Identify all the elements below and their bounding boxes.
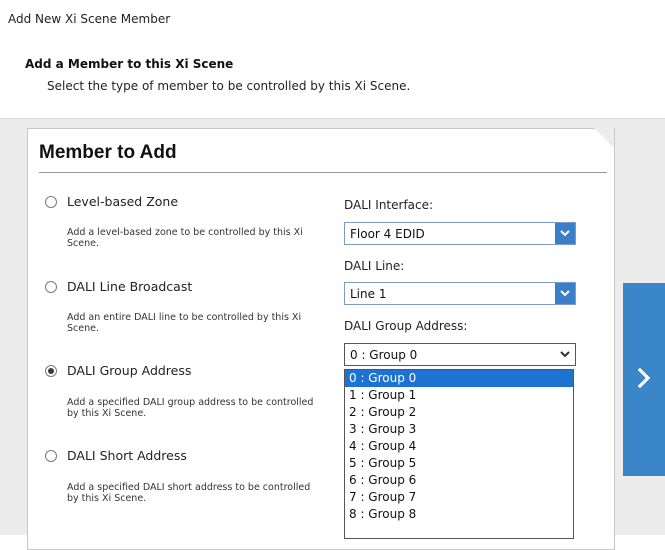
dropdown-option[interactable]: 6 : Group 6: [345, 472, 573, 489]
radio-description: Add a specified DALI group address to be…: [67, 397, 314, 419]
chevron-down-icon[interactable]: [555, 223, 575, 244]
chevron-down-icon[interactable]: [555, 283, 575, 304]
panel-corner-notch: [593, 127, 614, 148]
dropdown-option[interactable]: 2 : Group 2: [345, 404, 573, 421]
dali-interface-label: DALI Interface:: [344, 198, 434, 212]
dali-group-address-select[interactable]: 0 : Group 0: [344, 343, 576, 366]
page-heading: Add a Member to this Xi Scene: [25, 57, 234, 71]
radio-label: DALI Short Address: [67, 448, 187, 463]
dali-group-address-label: DALI Group Address:: [344, 319, 468, 333]
chevron-right-icon: [637, 367, 651, 393]
radio-level-based-zone[interactable]: Level-based Zone: [45, 194, 178, 209]
radio-label: Level-based Zone: [67, 194, 179, 209]
select-value: Line 1: [350, 286, 387, 301]
radio-description: Add a specified DALI short address to be…: [67, 482, 311, 504]
dropdown-option[interactable]: 0 : Group 0: [345, 370, 573, 387]
dropdown-option[interactable]: 1 : Group 1: [345, 387, 573, 404]
dropdown-option[interactable]: 5 : Group 5: [345, 455, 573, 472]
dropdown-option[interactable]: 3 : Group 3: [345, 421, 573, 438]
radio-description: Add a level-based zone to be controlled …: [67, 227, 303, 249]
page-subheading: Select the type of member to be controll…: [47, 79, 411, 93]
radio-dali-line-broadcast[interactable]: DALI Line Broadcast: [45, 279, 192, 294]
dropdown-option[interactable]: 7 : Group 7: [345, 489, 573, 506]
radio-button[interactable]: [45, 195, 57, 208]
radio-description: Add an entire DALI line to be controlled…: [67, 312, 302, 334]
dali-line-select[interactable]: Line 1: [344, 282, 576, 305]
radio-button[interactable]: [45, 449, 57, 462]
radio-button-checked[interactable]: [45, 364, 57, 377]
dali-line-label: DALI Line:: [344, 259, 405, 273]
dropdown-option[interactable]: 8 : Group 8: [345, 506, 573, 523]
radio-label: DALI Line Broadcast: [67, 279, 193, 294]
dali-interface-select[interactable]: Floor 4 EDID: [344, 222, 576, 245]
panel-divider: [39, 172, 607, 173]
select-value: 0 : Group 0: [350, 347, 418, 362]
radio-dali-group-address[interactable]: DALI Group Address: [45, 363, 191, 378]
chevron-down-icon[interactable]: [555, 344, 575, 365]
next-button[interactable]: [623, 283, 665, 476]
dali-group-address-dropdown: 0 : Group 0 1 : Group 1 2 : Group 2 3 : …: [344, 369, 574, 539]
dropdown-option[interactable]: 4 : Group 4: [345, 438, 573, 455]
radio-dali-short-address[interactable]: DALI Short Address: [45, 448, 187, 463]
radio-button[interactable]: [45, 280, 57, 293]
panel-title: Member to Add: [39, 142, 177, 163]
radio-label: DALI Group Address: [67, 363, 192, 378]
dialog-title: Add New Xi Scene Member: [8, 12, 171, 26]
select-value: Floor 4 EDID: [350, 226, 425, 241]
